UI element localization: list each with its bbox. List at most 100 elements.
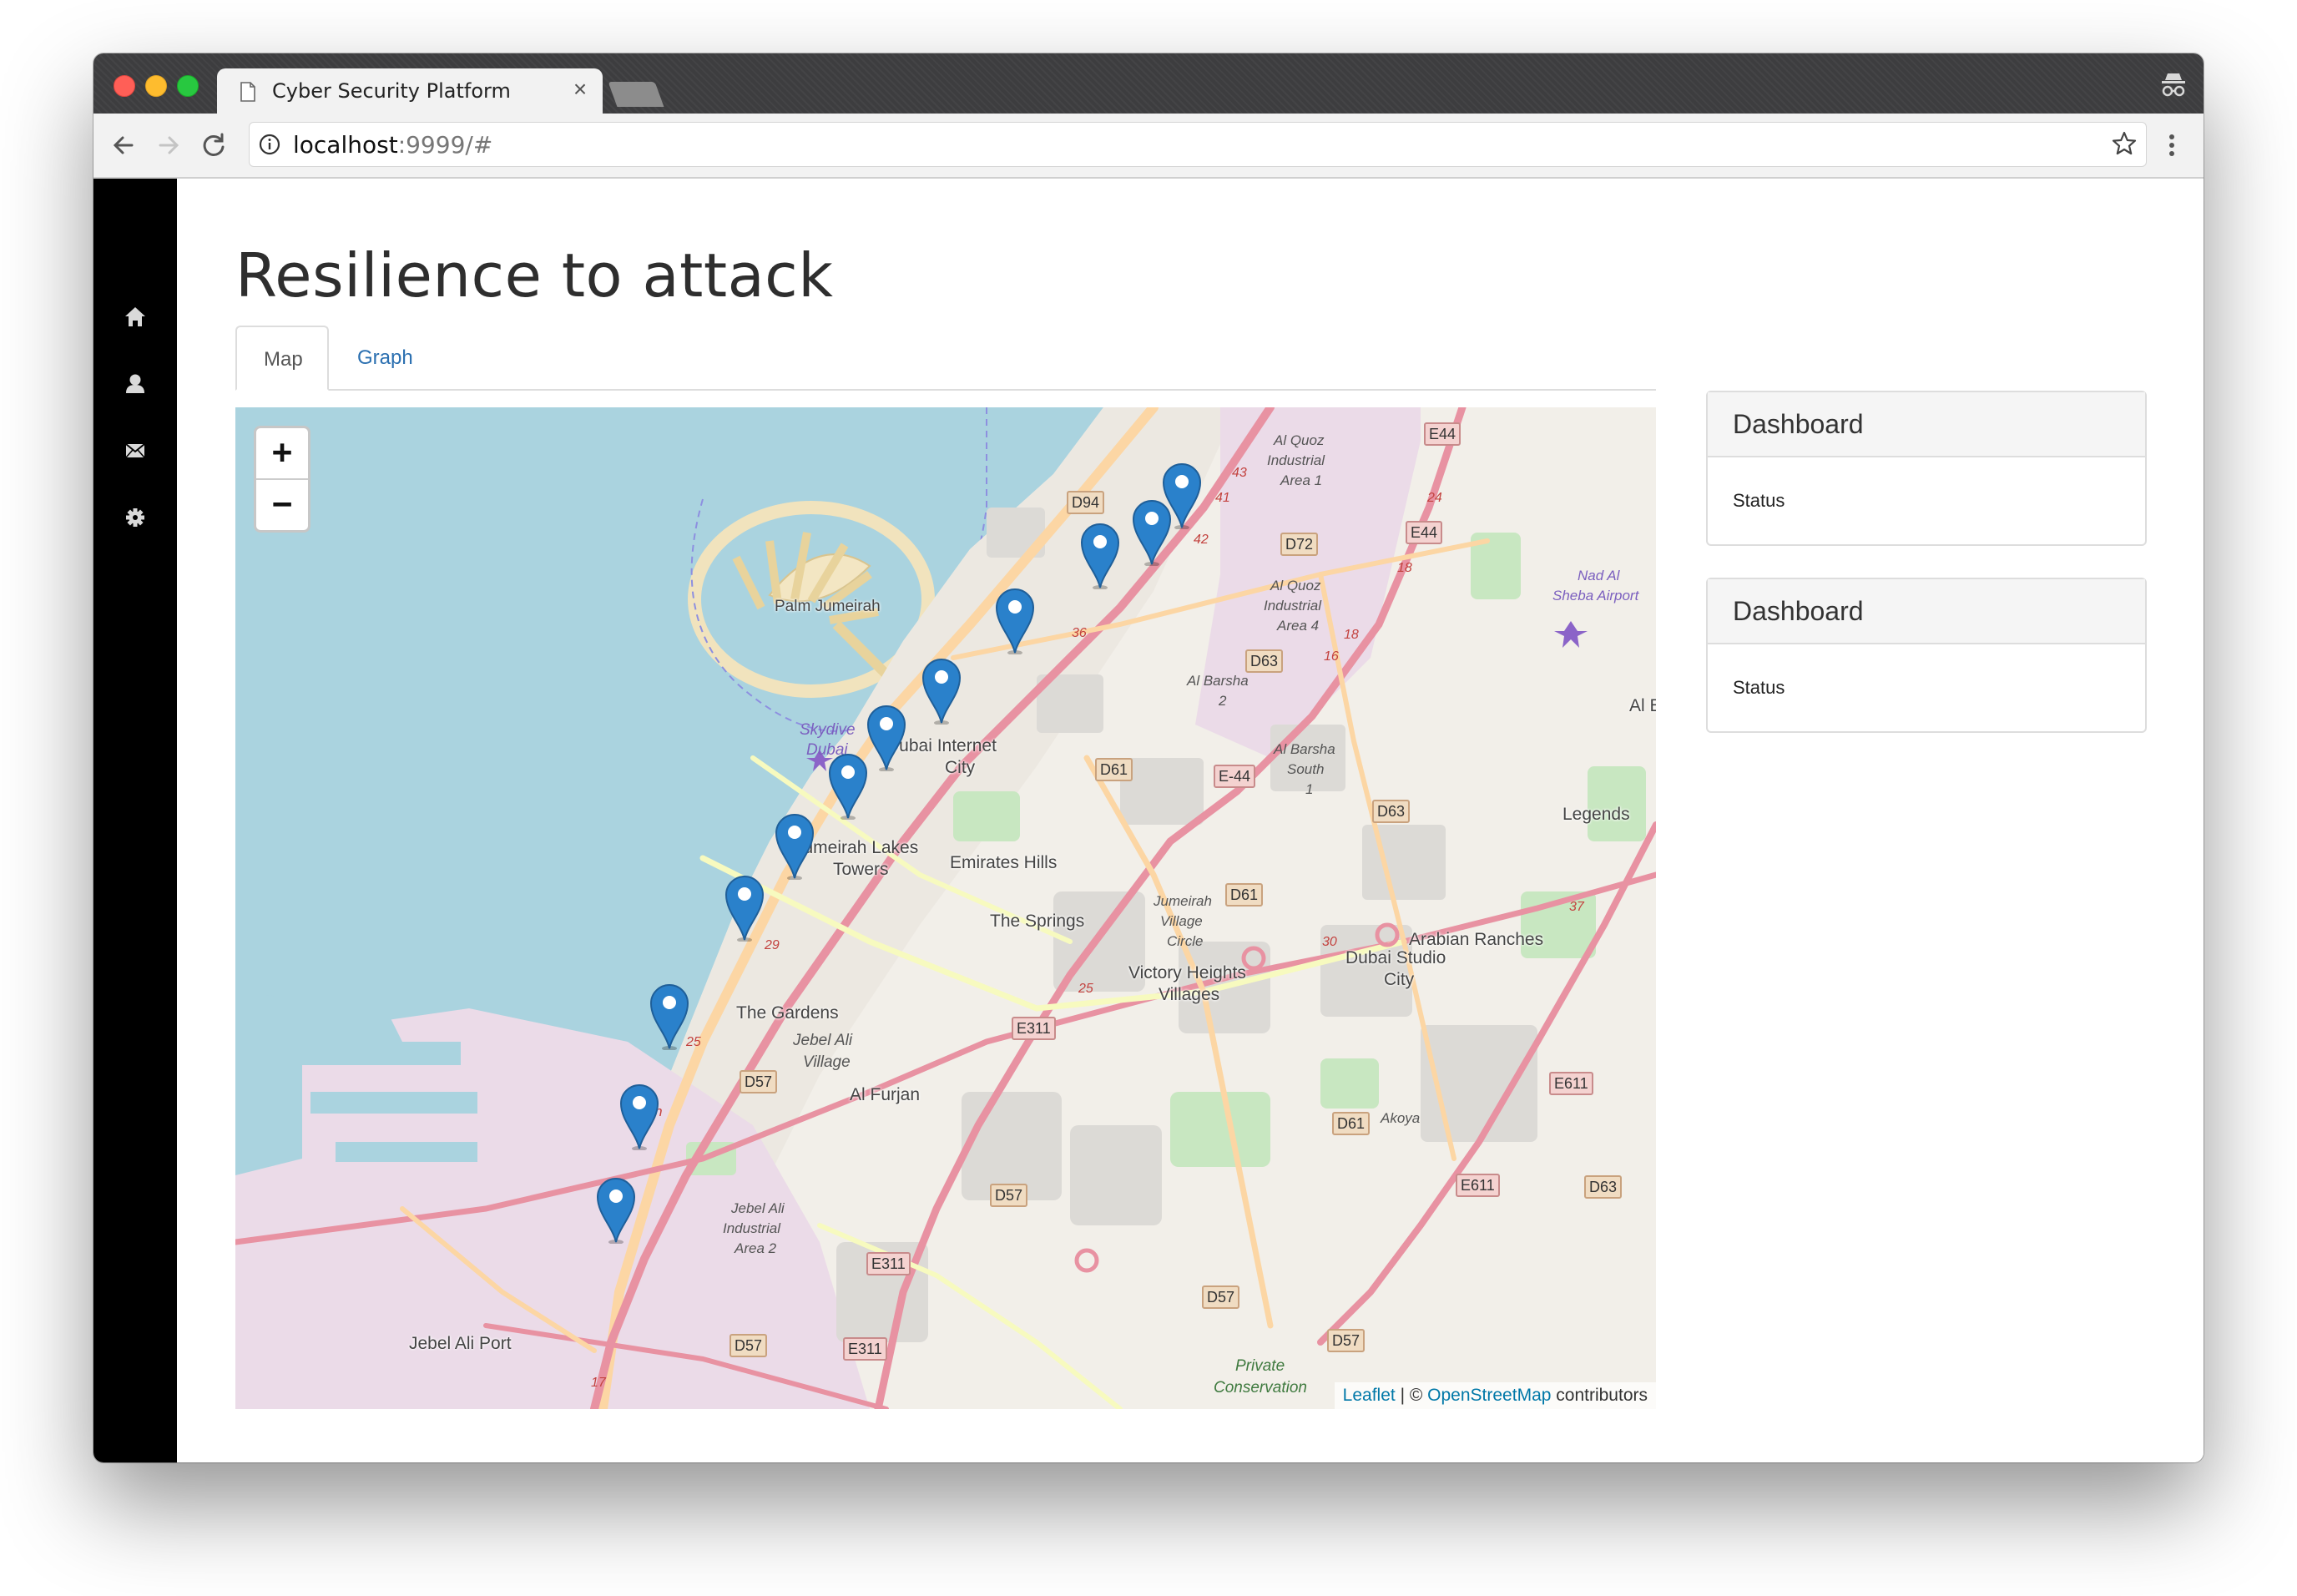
route-number: 37 bbox=[1569, 900, 1584, 914]
route-number: 25 bbox=[1078, 982, 1093, 996]
map-label: Jumeirah bbox=[1154, 893, 1212, 909]
attribution-separator: | © bbox=[1395, 1386, 1428, 1405]
map-label: Jebel Ali bbox=[793, 1032, 853, 1049]
mail-icon[interactable] bbox=[119, 434, 152, 467]
close-window-button[interactable] bbox=[114, 75, 135, 97]
new-tab-button[interactable] bbox=[608, 82, 664, 107]
route-number: 24 bbox=[1427, 491, 1442, 505]
map-label: Industrial bbox=[1264, 598, 1321, 614]
map-label: City bbox=[945, 758, 976, 777]
browser-tab[interactable]: Cyber Security Platform × bbox=[217, 68, 603, 115]
map-marker-icon[interactable] bbox=[724, 873, 765, 942]
road-shield: E311 bbox=[1012, 1017, 1056, 1040]
incognito-icon bbox=[2162, 73, 2185, 97]
road-shield: D61 bbox=[1332, 1112, 1371, 1135]
openstreetmap-link[interactable]: OpenStreetMap bbox=[1427, 1386, 1551, 1405]
road-shield: E311 bbox=[843, 1337, 887, 1361]
road-shield: E44 bbox=[1424, 422, 1461, 446]
map-label: Palm Jumeirah bbox=[775, 598, 881, 615]
map-marker-icon[interactable] bbox=[1079, 521, 1121, 589]
panel-heading: Dashboard bbox=[1708, 392, 2145, 457]
forward-arrow-icon[interactable] bbox=[152, 129, 185, 162]
route-number: 30 bbox=[1322, 935, 1337, 949]
zoom-out-button[interactable]: − bbox=[256, 480, 308, 530]
tab-graph[interactable]: Graph bbox=[331, 326, 447, 391]
reload-icon[interactable] bbox=[197, 129, 230, 162]
map-marker-icon[interactable] bbox=[618, 1082, 660, 1150]
leaflet-link[interactable]: Leaflet bbox=[1343, 1386, 1396, 1405]
map-label: Arabian Ranches bbox=[1409, 930, 1544, 949]
maximize-window-button[interactable] bbox=[177, 75, 199, 97]
map-label: Jebel Ali bbox=[731, 1200, 785, 1216]
road-shield: D63 bbox=[1584, 1175, 1623, 1199]
road-shield: D57 bbox=[990, 1184, 1028, 1207]
map-marker-icon[interactable] bbox=[595, 1175, 637, 1244]
map-label: City bbox=[1384, 970, 1415, 989]
browser-tab-title: Cyber Security Platform bbox=[272, 79, 511, 103]
route-number: 18 bbox=[1344, 628, 1359, 642]
info-icon[interactable] bbox=[258, 133, 281, 156]
dashboard-panel: Dashboard Status bbox=[1706, 391, 2147, 546]
back-arrow-icon[interactable] bbox=[107, 129, 140, 162]
map-marker-icon[interactable] bbox=[1131, 497, 1173, 566]
road-shield: D61 bbox=[1225, 883, 1264, 907]
map-tiles[interactable] bbox=[235, 407, 1656, 1409]
map-marker-icon[interactable] bbox=[774, 811, 815, 880]
map-marker-icon[interactable] bbox=[649, 982, 690, 1050]
map-marker-icon[interactable] bbox=[827, 751, 869, 820]
road-shield: D61 bbox=[1095, 758, 1133, 781]
route-number: 18 bbox=[1397, 561, 1412, 575]
road-shield: D63 bbox=[1245, 649, 1284, 673]
map-marker-icon[interactable] bbox=[994, 586, 1036, 654]
map-label: The Springs bbox=[990, 912, 1085, 931]
road-shield: D57 bbox=[729, 1334, 768, 1357]
map-label: Private bbox=[1235, 1357, 1285, 1375]
gear-icon[interactable] bbox=[119, 501, 152, 534]
map-label: Al E bbox=[1629, 696, 1656, 715]
map-label: Village bbox=[1160, 913, 1203, 929]
home-icon[interactable] bbox=[119, 301, 152, 334]
map-label: 1 bbox=[1305, 781, 1314, 797]
url-text: localhost:9999/# bbox=[293, 131, 493, 159]
road-shield: D94 bbox=[1067, 491, 1105, 514]
map-label: Al Barsha bbox=[1187, 673, 1249, 689]
map-marker-icon[interactable] bbox=[866, 703, 907, 771]
main-content: Resilience to attack Map Graph Palm Jume… bbox=[177, 179, 2204, 1462]
map-label: Industrial bbox=[723, 1220, 780, 1236]
map-label: Conservation bbox=[1214, 1379, 1307, 1396]
map-label: Jebel Ali Port bbox=[409, 1334, 512, 1353]
map-label: Area 2 bbox=[735, 1240, 777, 1256]
map-label: Area 4 bbox=[1277, 618, 1320, 634]
map-view[interactable]: Palm Jumeirah Skydive Dubai Dubai Intern… bbox=[235, 407, 1656, 1409]
map-label: Legends bbox=[1562, 805, 1630, 824]
browser-window: Cyber Security Platform × localhost:9999… bbox=[93, 53, 2204, 1462]
user-icon[interactable] bbox=[119, 367, 152, 401]
minimize-window-button[interactable] bbox=[145, 75, 167, 97]
route-number: 29 bbox=[765, 938, 780, 952]
road-shield: E-44 bbox=[1214, 765, 1256, 788]
map-label: South bbox=[1287, 761, 1325, 777]
map-marker-icon[interactable] bbox=[921, 656, 962, 725]
map-label: Village bbox=[803, 1053, 851, 1071]
tab-map[interactable]: Map bbox=[235, 326, 329, 391]
zoom-control: + − bbox=[254, 426, 310, 533]
map-label: Emirates Hills bbox=[950, 853, 1058, 872]
close-tab-icon[interactable]: × bbox=[568, 77, 593, 102]
page-title: Resilience to attack bbox=[235, 240, 834, 311]
map-label: Al Quoz bbox=[1270, 578, 1321, 593]
document-icon bbox=[240, 82, 255, 102]
map-attribution: Leaflet | © OpenStreetMap contributors bbox=[1334, 1382, 1656, 1409]
road-shield: D63 bbox=[1372, 800, 1411, 823]
more-menu-icon[interactable] bbox=[2163, 130, 2180, 160]
dashboard-panel: Dashboard Status bbox=[1706, 578, 2147, 733]
map-label: Nad Al bbox=[1578, 568, 1620, 583]
map-label: 2 bbox=[1219, 693, 1227, 709]
map-label: The Gardens bbox=[736, 1003, 839, 1023]
route-number: 16 bbox=[1324, 649, 1339, 664]
road-shield: D72 bbox=[1280, 533, 1319, 556]
road-shield: D57 bbox=[740, 1070, 778, 1093]
address-bar[interactable]: localhost:9999/# bbox=[249, 122, 2147, 167]
zoom-in-button[interactable]: + bbox=[256, 428, 308, 480]
bookmark-star-icon[interactable] bbox=[2111, 130, 2138, 157]
panel-body: Status bbox=[1733, 490, 1785, 511]
